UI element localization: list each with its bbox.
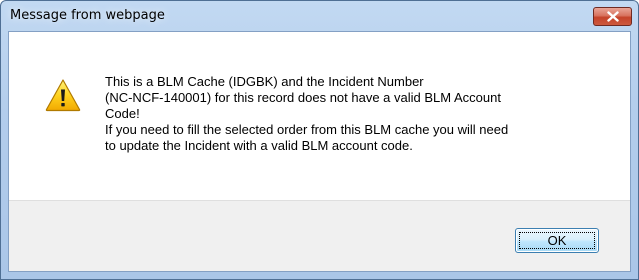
message-line: If you need to fill the selected order f… — [105, 122, 509, 137]
message-line: This is a BLM Cache (IDGBK) and the Inci… — [105, 74, 424, 89]
message-line: (NC-NCF-140001) for this record does not… — [105, 90, 501, 105]
message-line: to update the Incident with a valid BLM … — [105, 138, 413, 153]
message-area: This is a BLM Cache (IDGBK) and the Inci… — [9, 32, 630, 200]
message-line: Code! — [105, 106, 140, 121]
ok-button[interactable]: OK — [515, 228, 599, 253]
dialog-body: This is a BLM Cache (IDGBK) and the Inci… — [8, 31, 631, 272]
title-bar[interactable]: Message from webpage — [1, 1, 638, 31]
close-icon — [606, 11, 619, 22]
warning-icon — [45, 79, 81, 112]
button-bar: OK — [9, 200, 630, 271]
window-title: Message from webpage — [10, 8, 165, 23]
dialog-window: Message from webpage This is a BLM Cache… — [0, 0, 639, 280]
ok-button-label: OK — [547, 233, 567, 248]
message-text: This is a BLM Cache (IDGBK) and the Inci… — [105, 74, 610, 154]
close-button[interactable] — [593, 7, 632, 26]
